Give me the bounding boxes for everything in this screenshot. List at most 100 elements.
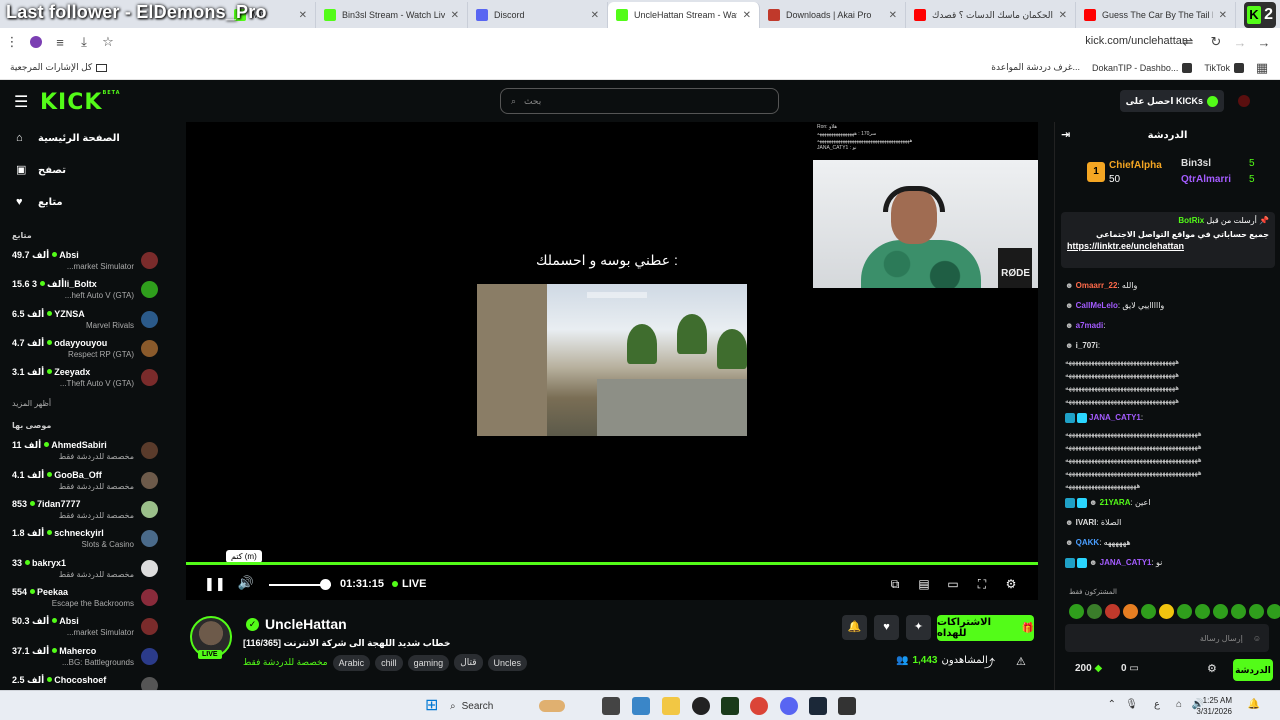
tab-close-icon[interactable]: ✕ [1059,10,1067,21]
windows-start-icon[interactable]: ⊞ [425,697,443,715]
file-explorer-icon[interactable] [662,697,680,715]
theater-icon[interactable]: ▭ [944,575,962,593]
tray-chevron-icon[interactable]: ⌃ [1108,699,1116,710]
pinned-user[interactable]: BotRix [1178,216,1204,225]
sidebar-channel[interactable]: 15.6 ألف3li_Boltx ...heft Auto V (GTA) [0,275,170,304]
collapse-chat-icon[interactable]: ⇥ [1061,128,1070,141]
emote-icon[interactable] [1105,604,1120,619]
sidebar-channel[interactable]: 4.7 ألف odayyouyou Respect RP (GTA) [0,334,170,363]
chat-send-button[interactable]: الدردشة [1233,659,1273,681]
report-icon[interactable]: ⚠ [1016,655,1026,668]
bookmark-item[interactable]: غرف دردشة المواعدة... [985,62,1086,73]
sidebar-channel[interactable]: 4.1 ألف GooBa_Off مخصصة للدردشة فقط [0,466,170,495]
menu-icon[interactable]: ⋮ [0,30,24,54]
sidebar-channel[interactable]: 11 ألف AhmedSabiri مخصصة للدردشة فقط [0,436,170,465]
reload-icon[interactable]: ↻ [1204,30,1228,54]
kick-app-icon[interactable] [721,697,739,715]
tune-icon[interactable]: ⇌ [1176,30,1200,54]
browser-tab[interactable]: Discord ✕ [468,2,608,28]
sidebar-channel[interactable]: 1.8 ألف schneckyirl Slots & Casino [0,524,170,553]
emote-icon[interactable] [1087,604,1102,619]
gifter-name[interactable]: QtrAlmarri [1181,174,1231,185]
chat-username[interactable]: IVARI [1076,518,1097,527]
sidebar-channel[interactable]: 554 Peekaa Escape the Backrooms [0,583,170,612]
clip-icon[interactable]: ▤ [915,575,933,593]
steam-icon[interactable] [809,697,827,715]
tab-close-icon[interactable]: ✕ [1219,10,1227,21]
kick-logo[interactable]: KICKBETA [40,90,121,115]
browser-tab[interactable]: الحكمان ماسك الدسات ؟ قصدك ✕ [906,2,1076,28]
gifter-name[interactable]: ChiefAlpha [1109,160,1162,171]
url-field[interactable]: kick.com/unclehattan [1085,35,1188,47]
app2-icon[interactable] [838,697,856,715]
pinned-link[interactable]: https://linktr.ee/unclehattan [1067,241,1269,251]
sidebar-nav-item[interactable]: ⌂ الصفحة الرئيسية [0,122,170,154]
category-link[interactable]: مخصصة للدردشة فقط [243,654,328,671]
bell-tray-icon[interactable]: 🔔 [1248,699,1260,710]
browser-tab[interactable]: UncleHattan Stream - Watc ✕ [608,2,760,28]
sidebar-channel[interactable]: 37.1 ألف Maherco ...BG: Battlegrounds [0,642,170,671]
network-icon[interactable]: ⌂ [1176,699,1182,710]
stream-tag[interactable]: Uncles [487,654,528,671]
emote-icon[interactable] [1249,604,1264,619]
task-view-icon[interactable] [602,697,620,715]
volume-icon[interactable]: 🔊 [236,575,256,591]
pause-icon[interactable]: ❚❚ [204,576,226,592]
browser-tab[interactable]: Guess The Car By The Tail Ligh ✕ [1076,2,1236,28]
profile-icon[interactable] [24,30,48,54]
points-display[interactable]: 200 ◆ [1075,663,1102,674]
chat-username[interactable]: JANA_CATY1 [1089,413,1141,422]
sidebar-nav-item[interactable]: ♥ متابع [0,186,170,218]
sidebar-channel[interactable]: 49.7 ألف Absi ...market Simulator [0,246,170,275]
equalizer-icon[interactable]: ≡ [48,30,72,54]
stream-tag[interactable]: Arabic [332,654,371,671]
browser-tab[interactable]: Bin3sl Stream - Watch Live on ✕ [316,2,468,28]
stream-tag[interactable]: chill [375,654,403,671]
discord-icon[interactable] [780,697,798,715]
download-icon[interactable]: ⤓ [72,30,96,54]
chat-username[interactable]: QAKK [1076,538,1100,547]
emote-icon[interactable] [1213,604,1228,619]
sidebar-channel[interactable]: 33 bakryx1 مخصصة للدردشة فقط [0,554,170,583]
apps-grid-icon[interactable]: ▦ [1250,56,1274,80]
points2-display[interactable]: 0 ▭ [1121,663,1139,674]
app-icon[interactable] [692,697,710,715]
sparkle-icon[interactable]: ✦ [906,615,931,640]
emote-icon[interactable] [1267,604,1280,619]
emote-icon[interactable] [1069,604,1084,619]
sidebar-channel[interactable]: 2.5 ألف Chocoshoef [0,671,170,690]
volume-knob[interactable] [319,579,331,590]
show-more-link[interactable]: أظهر المزيد [0,392,170,416]
share-icon[interactable]: ⤴ [984,655,995,671]
sidebar-channel[interactable]: 3.1 ألف Zeeyadx ...Theft Auto V (GTA) [0,363,170,392]
emoji-icon[interactable]: ☺ [1253,634,1261,643]
search-input[interactable]: ⌕ بحث [500,88,779,114]
star-icon[interactable]: ☆ [96,30,120,54]
notification-bell-icon[interactable]: 🔔 [842,615,867,640]
chat-username[interactable]: JANA_CATY1 [1100,558,1152,567]
sidebar-channel[interactable]: 50.3 ألف Absi ...market Simulator [0,612,170,641]
chat-username[interactable]: 21YARA [1100,498,1131,507]
bookmarks-folder[interactable]: كل الإشارات المرجعية [4,62,113,73]
chat-username[interactable]: CallMeLelo [1076,301,1118,310]
chat-username[interactable]: a7madi [1076,321,1104,330]
browser-tab[interactable]: Downloads | Akai Pro ✕ [760,2,906,28]
tab-close-icon[interactable]: ✕ [591,10,599,21]
follow-heart-icon[interactable]: ♥ [874,615,899,640]
forward-icon[interactable]: → [1228,30,1252,54]
emote-icon[interactable] [1195,604,1210,619]
pip-icon[interactable]: ⧉ [886,575,904,593]
tab-close-icon[interactable]: ✕ [889,10,897,21]
chat-username[interactable]: Omaarr_22 [1076,281,1118,290]
language-indicator[interactable]: ع [1154,699,1160,710]
emote-icon[interactable] [1141,604,1156,619]
get-kicks-button[interactable]: احصل على KICKs [1119,90,1224,112]
bookmark-item[interactable]: TikTok [1198,62,1250,73]
emote-icon[interactable] [1123,604,1138,619]
sidebar-channel[interactable]: 853 7idan7777 مخصصة للدردشة فقط [0,495,170,524]
sidebar-nav-item[interactable]: ▣ تصفح [0,154,170,186]
clock[interactable]: 1:25 AM 3/31/2026 [1196,695,1232,717]
stream-tag[interactable]: قتال [454,654,483,671]
mic-tray-icon[interactable]: 🎙 [1125,699,1138,710]
video-player[interactable]: Ron: هلاو سر170 : ههههههههههههههههه هههههه… [186,122,1038,600]
